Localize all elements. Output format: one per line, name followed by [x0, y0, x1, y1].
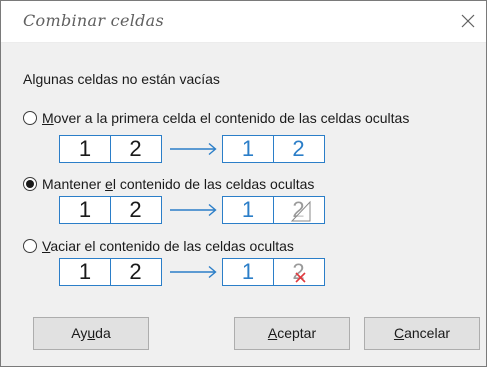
radio-button-selected[interactable]: [23, 177, 37, 191]
option-label: aciar el contenido de las celdas ocultas: [50, 238, 294, 254]
preview-result-cells: 1 2: [222, 135, 325, 163]
arrow-right-icon: [170, 265, 217, 279]
preview-source-cells: 1 2: [59, 135, 162, 163]
radio-keep-contents[interactable]: Mantener el contenido de las celdas ocul…: [23, 176, 314, 192]
close-icon[interactable]: [455, 9, 481, 33]
title-bar: Combinar celdas: [1, 1, 486, 43]
option-mnemonic: M: [42, 110, 54, 126]
preview-cell: 1: [241, 197, 255, 222]
preview-cell: 2: [273, 136, 323, 162]
preview-cell: 1: [78, 136, 92, 161]
button-label-pre: Ay: [71, 325, 88, 341]
help-button[interactable]: Ayuda: [33, 317, 149, 350]
button-mnemonic: A: [267, 325, 278, 341]
button-mnemonic: u: [87, 325, 96, 341]
radio-move-contents[interactable]: Mover a la primera celda el contenido de…: [23, 110, 409, 126]
preview-cell: 2: [110, 197, 160, 223]
option-mnemonic: e: [105, 176, 113, 192]
preview-cell: 1: [241, 136, 255, 161]
ok-button[interactable]: Aceptar: [234, 317, 350, 350]
preview-cell: 2: [110, 136, 160, 162]
button-label-rest: ancelar: [404, 325, 451, 341]
button-mnemonic: C: [393, 325, 405, 341]
cancel-button[interactable]: Cancelar: [364, 317, 480, 350]
radio-button[interactable]: [23, 239, 37, 253]
preview-cell: 2: [110, 259, 160, 285]
arrow-right-icon: [170, 203, 217, 217]
dialog-title: Combinar celdas: [23, 11, 165, 30]
preview-source-cells: 1 2: [59, 196, 162, 224]
arrow-right-icon: [170, 142, 217, 156]
intro-text: Algunas celdas no están vacías: [23, 71, 220, 87]
preview-cell: 1: [241, 259, 255, 284]
option-label: over a la primera celda el contenido de …: [53, 110, 410, 126]
merge-cells-dialog: Combinar celdas Algunas celdas no están …: [0, 0, 487, 367]
button-label-rest: da: [95, 325, 111, 341]
button-label-rest: ceptar: [277, 325, 317, 341]
preview-source-cells: 1 2: [59, 258, 162, 286]
preview-result-cells: 1 2: [222, 196, 325, 224]
cleared-cell-value: 2: [292, 259, 305, 284]
option-label: l contenido de las celdas ocultas: [112, 176, 315, 192]
radio-empty-contents[interactable]: Vaciar el contenido de las celdas oculta…: [23, 238, 294, 254]
hidden-cell-value: 2: [292, 197, 305, 222]
option-label-pre: Mantener: [42, 176, 106, 192]
preview-cell-cleared: 2: [273, 259, 323, 285]
preview-result-cells: 1 2: [222, 258, 325, 286]
preview-cell: 1: [78, 259, 92, 284]
preview-cell-hidden: 2: [273, 197, 323, 223]
preview-cell: 1: [78, 197, 92, 222]
radio-button[interactable]: [23, 111, 37, 125]
